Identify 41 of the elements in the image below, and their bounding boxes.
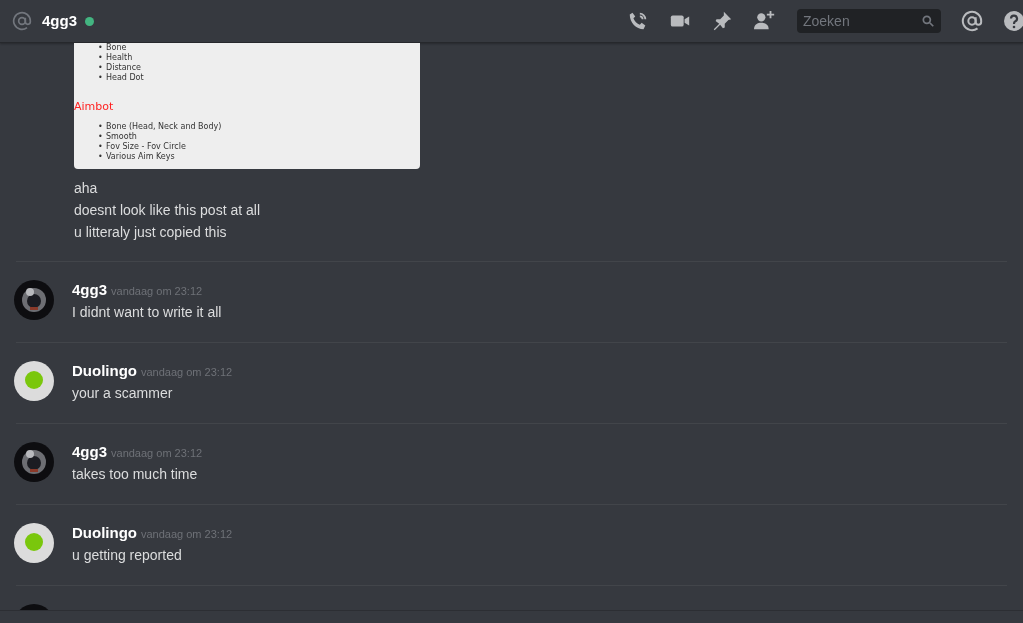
bullet: • [98,73,104,83]
message-text: u getting reported [72,546,182,565]
message-text: takes too much time [72,465,198,484]
list-item: Head Dot [106,73,144,83]
author-name[interactable]: Duolingo [72,361,137,381]
pin-icon[interactable] [711,10,733,32]
bullet: • [98,121,104,132]
bullet: • [98,43,104,53]
avatar[interactable] [14,442,54,482]
list-item: Distance [106,63,141,73]
bullet: • [98,131,104,142]
list-item: Health [106,53,133,63]
avatar[interactable] [14,361,54,401]
message-text: your a scammer [72,384,173,403]
list-item: Various Aim Keys [106,151,175,162]
at-icon[interactable] [961,10,983,32]
list-item: Bone (Head, Neck and Body) [106,121,222,132]
channel-title: 4gg3 [42,10,77,31]
avatar[interactable] [14,523,54,563]
bullet: • [98,63,104,73]
message-text: aha [74,179,98,198]
author-name[interactable]: 4gg3 [72,280,107,300]
add-person-icon[interactable] [753,10,777,32]
bullet: • [98,53,104,63]
bullet: • [98,151,104,162]
list-item: Fov Size - Fov Circle [106,141,186,152]
message-text: u litteraly just copied this [74,223,227,242]
at-icon [12,11,32,31]
phone-call-icon[interactable] [627,10,649,32]
message-text: I didnt want to write it all [72,303,222,322]
author-name[interactable]: Duolingo [72,523,137,543]
message-text: doesnt look like this post at all [74,201,260,220]
embedded-heading: Aimbot [74,99,115,115]
bullet: • [98,141,104,152]
list-item: Smooth [106,131,137,142]
search-field[interactable]: Zoeken [797,9,941,33]
author-name[interactable]: 4gg3 [72,442,107,462]
search-icon [921,14,935,28]
list-item: Bone [106,43,127,53]
avatar[interactable] [14,280,54,320]
help-icon[interactable] [1003,10,1023,32]
